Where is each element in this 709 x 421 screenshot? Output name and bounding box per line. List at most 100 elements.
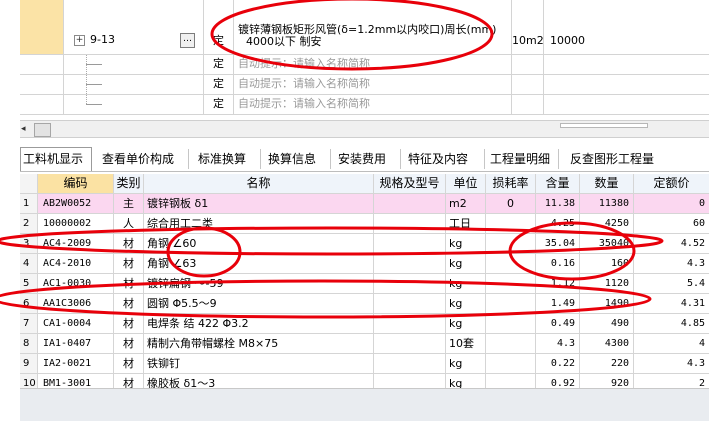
material-fixed-price[interactable]: 0 [634, 194, 709, 213]
material-category[interactable]: 材 [114, 314, 144, 333]
material-fixed-price[interactable]: 5.4 [634, 274, 709, 293]
material-unit[interactable]: 工日 [446, 214, 486, 233]
tab-unit-price-composition[interactable]: 查看单价构成 [100, 149, 189, 169]
quota-row-empty[interactable]: 定 自动提示：请输入名称简称 [20, 95, 709, 115]
row-selector[interactable] [20, 95, 64, 114]
material-unit[interactable]: kg [446, 354, 486, 373]
material-quantity[interactable]: 4.25 [536, 214, 580, 233]
table-row[interactable]: 9 IA2-0021 材铁铆钉 kg 0.22 220 4.3 [20, 354, 709, 374]
material-loss-rate[interactable] [486, 314, 536, 333]
quota-quantity[interactable] [544, 95, 709, 114]
material-name[interactable]: 铁铆钉 [144, 354, 374, 373]
material-category[interactable]: 材 [114, 334, 144, 353]
splitter-handle[interactable] [560, 123, 648, 128]
material-name[interactable]: 电焊条 结 422 Φ3.2 [144, 314, 374, 333]
material-category[interactable]: 材 [114, 354, 144, 373]
material-name[interactable]: 圆钢 Φ5.5～9 [144, 294, 374, 313]
material-fixed-price[interactable]: 4.3 [634, 254, 709, 273]
material-unit[interactable]: m2 [446, 194, 486, 213]
tab-standard-conversion[interactable]: 标准换算 [196, 149, 261, 169]
scroll-thumb[interactable] [34, 123, 51, 137]
material-fixed-price[interactable]: 4 [634, 334, 709, 353]
material-loss-rate[interactable] [486, 354, 536, 373]
material-quantity[interactable]: 1.12 [536, 274, 580, 293]
material-fixed-price[interactable]: 60 [634, 214, 709, 233]
material-quantity[interactable]: 11.38 [536, 194, 580, 213]
material-category[interactable]: 材 [114, 234, 144, 253]
material-amount[interactable]: 11380 [580, 194, 634, 213]
material-quantity[interactable]: 4.3 [536, 334, 580, 353]
material-category[interactable]: 材 [114, 254, 144, 273]
material-loss-rate[interactable] [486, 254, 536, 273]
material-unit[interactable]: kg [446, 254, 486, 273]
material-fixed-price[interactable]: 4.85 [634, 314, 709, 333]
material-amount[interactable]: 35040 [580, 234, 634, 253]
col-category[interactable]: 类别 [114, 174, 144, 193]
material-unit[interactable]: 10套 [446, 334, 486, 353]
quota-code[interactable]: 9-13 [90, 33, 115, 46]
material-spec[interactable] [374, 294, 446, 313]
material-category[interactable]: 材 [114, 294, 144, 313]
col-amount[interactable]: 数量 [580, 174, 634, 193]
quota-row-empty[interactable]: 定 自动提示：请输入名称简称 [20, 55, 709, 75]
row-selector[interactable] [20, 55, 64, 74]
material-name[interactable]: 角钢 ∠63 [144, 254, 374, 273]
material-fixed-price[interactable]: 4.52 [634, 234, 709, 253]
material-amount[interactable]: 4250 [580, 214, 634, 233]
table-row[interactable]: 7 CA1-0004 材电焊条 结 422 Φ3.2 kg 0.49 490 4.85 [20, 314, 709, 334]
material-quantity[interactable]: 0.49 [536, 314, 580, 333]
material-name[interactable]: 综合用工二类 [144, 214, 374, 233]
col-code[interactable]: 编码 [38, 174, 114, 193]
material-spec[interactable] [374, 214, 446, 233]
col-name[interactable]: 名称 [144, 174, 374, 193]
tab-reverse-graphic-quantity[interactable]: 反查图形工程量 [568, 149, 666, 169]
table-row[interactable]: 4 AC4-2010 材角钢 ∠63 kg 0.16 160 4.3 [20, 254, 709, 274]
material-quantity[interactable]: 0.16 [536, 254, 580, 273]
quota-name[interactable]: 镀锌薄钢板矩形风管(δ=1.2mm以内咬口)周长(mm) 4000以下 制安 [234, 0, 512, 54]
material-spec[interactable] [374, 354, 446, 373]
horizontal-scrollbar[interactable]: ◂ [20, 120, 709, 138]
quota-row-empty[interactable]: 定 自动提示：请输入名称简称 [20, 75, 709, 95]
material-loss-rate[interactable] [486, 274, 536, 293]
material-code[interactable]: IA2-0021 [38, 354, 114, 373]
material-name[interactable]: 镀锌钢板 δ1 [144, 194, 374, 213]
table-row[interactable]: 8 IA1-0407 材精制六角带帽螺栓 M8×75 10套 4.3 4300 4 [20, 334, 709, 354]
material-spec[interactable] [374, 274, 446, 293]
material-code[interactable]: AC4-2009 [38, 234, 114, 253]
table-row[interactable]: 2 10000002 人综合用工二类 工日 4.25 4250 60 [20, 214, 709, 234]
row-selector[interactable] [20, 75, 64, 94]
col-quantity[interactable]: 含量 [536, 174, 580, 193]
quota-code-cell[interactable]: + 9-13 … [64, 0, 204, 54]
material-quantity[interactable]: 1.49 [536, 294, 580, 313]
material-category[interactable]: 人 [114, 214, 144, 233]
material-loss-rate[interactable]: 0 [486, 194, 536, 213]
material-amount[interactable]: 1120 [580, 274, 634, 293]
material-category[interactable]: 主 [114, 194, 144, 213]
material-code[interactable]: 10000002 [38, 214, 114, 233]
tab-conversion-info[interactable]: 换算信息 [266, 149, 331, 169]
material-spec[interactable] [374, 194, 446, 213]
material-code[interactable]: AA1C3006 [38, 294, 114, 313]
material-name[interactable]: 精制六角带帽螺栓 M8×75 [144, 334, 374, 353]
name-hint[interactable]: 自动提示：请输入名称简称 [234, 95, 512, 114]
material-loss-rate[interactable] [486, 294, 536, 313]
material-loss-rate[interactable] [486, 214, 536, 233]
col-unit[interactable]: 单位 [446, 174, 486, 193]
tab-installation-fee[interactable]: 安装费用 [336, 149, 401, 169]
expand-icon[interactable]: + [74, 35, 85, 46]
col-loss-rate[interactable]: 损耗率 [486, 174, 536, 193]
col-spec[interactable]: 规格及型号 [374, 174, 446, 193]
table-row[interactable]: 5 AC1-0030 材镀锌扁钢 ～-59 kg 1.12 1120 5.4 [20, 274, 709, 294]
material-amount[interactable]: 490 [580, 314, 634, 333]
material-code[interactable]: AC1-0030 [38, 274, 114, 293]
tab-quantity-detail[interactable]: 工程量明细 [488, 149, 559, 169]
material-quantity[interactable]: 0.22 [536, 354, 580, 373]
quota-quantity[interactable] [544, 55, 709, 74]
material-category[interactable]: 材 [114, 274, 144, 293]
quota-quantity[interactable]: 10000 [544, 0, 709, 54]
material-fixed-price[interactable]: 4.3 [634, 354, 709, 373]
material-loss-rate[interactable] [486, 334, 536, 353]
table-row[interactable]: 3 AC4-2009 材角钢 ∠60 kg 35.04 35040 4.52 [20, 234, 709, 254]
material-spec[interactable] [374, 234, 446, 253]
material-spec[interactable] [374, 254, 446, 273]
